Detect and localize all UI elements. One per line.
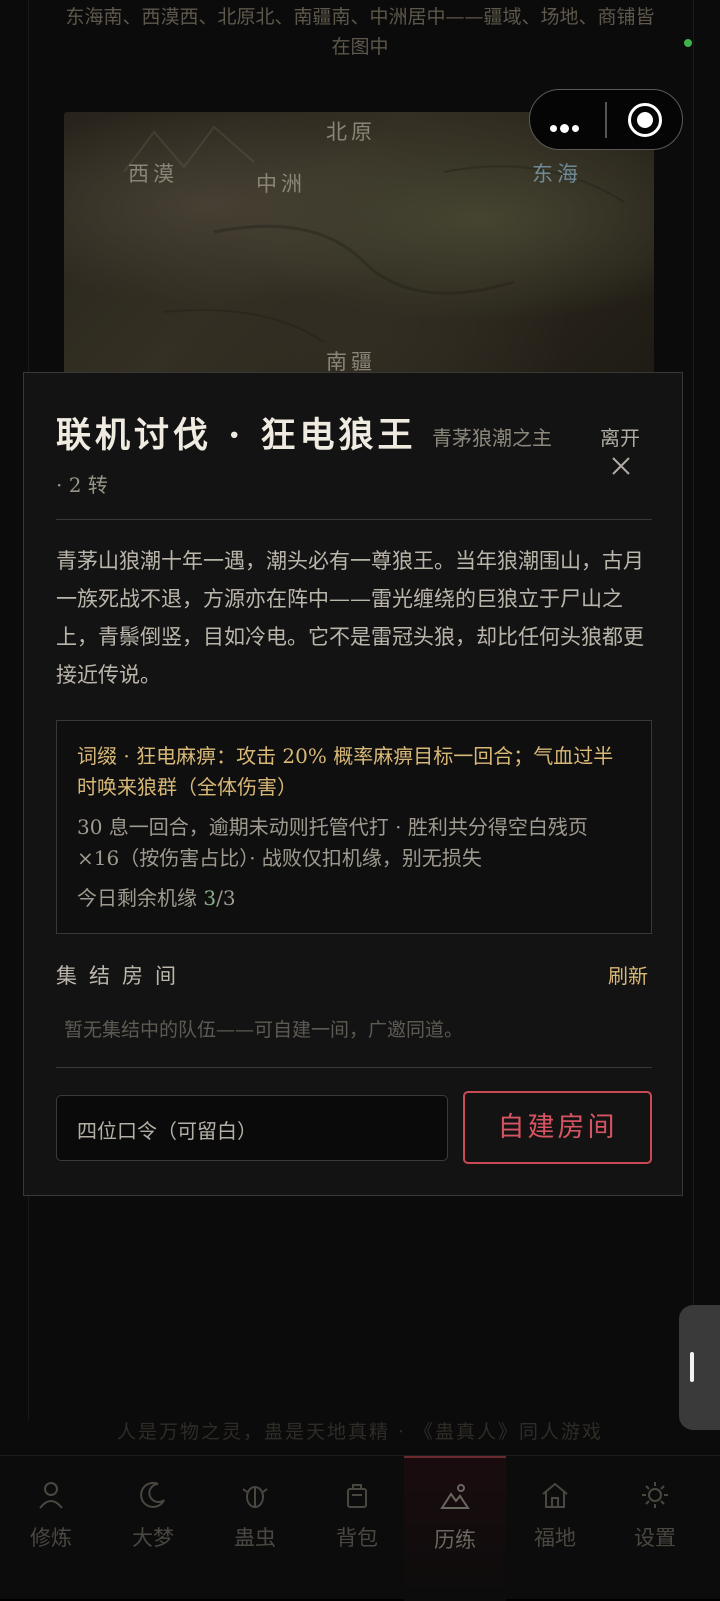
close-miniprogram-icon[interactable]	[628, 103, 662, 137]
close-icon[interactable]	[610, 455, 632, 477]
modal-turn-level: · 2 转	[56, 473, 108, 497]
chances-total: /3	[216, 886, 236, 910]
mountain-icon	[440, 1484, 470, 1509]
more-icon[interactable]	[550, 118, 582, 137]
modal-title: 联机讨伐 · 狂电狼王	[56, 415, 417, 456]
world-map: 北原 西漠 中洲 东海 南疆	[64, 112, 654, 380]
tab-label: 蛊虫	[234, 1526, 276, 1550]
tab-label: 背包	[336, 1526, 378, 1550]
tab-adventure[interactable]: 历练	[404, 1456, 506, 1601]
tab-label: 设置	[634, 1526, 676, 1550]
sun-gear-icon	[642, 1482, 668, 1508]
chances-value: 3	[203, 886, 217, 910]
map-label-north: 北原	[326, 120, 376, 144]
rooms-divider	[56, 1067, 652, 1068]
tab-blessed-land[interactable]: 福地	[504, 1456, 606, 1599]
remaining-chances: 今日剩余机缘 3/3	[77, 882, 236, 911]
home-icon	[542, 1482, 568, 1508]
header-divider	[56, 519, 652, 520]
map-intro-text: 东海南、西漠西、北原北、南疆南、中洲居中——疆域、场地、商铺皆在图中	[65, 6, 655, 58]
person-icon	[39, 1482, 63, 1509]
boss-info-box: 词缀 · 狂电麻痹：攻击 20% 概率麻痹目标一回合；气血过半时唤来狼群（全体伤…	[56, 720, 652, 934]
tab-label: 福地	[534, 1526, 576, 1550]
boss-description: 青茅山狼潮十年一遇，潮头必有一尊狼王。当年狼潮围山，古月一族死战不退，方源亦在阵…	[56, 549, 644, 687]
map-label-west: 西漠	[128, 162, 178, 186]
tab-settings[interactable]: 设置	[604, 1456, 706, 1599]
footer-slogan: 人是万物之灵，蛊是天地真精 · 《蛊真人》同人游戏	[116, 1421, 604, 1443]
modal-subtitle: 青茅狼潮之主	[432, 426, 552, 450]
leave-button[interactable]: 离开	[600, 422, 640, 451]
boss-affix: 词缀 · 狂电麻痹：攻击 20% 概率麻痹目标一回合；气血过半时唤来狼群（全体伤…	[77, 744, 614, 799]
tab-label: 修炼	[30, 1526, 72, 1550]
tab-dream[interactable]: 大梦	[102, 1456, 204, 1599]
raid-modal: 联机讨伐 · 狂电狼王 青茅狼潮之主 · 2 转 离开 青茅山狼潮十年一遇，潮头…	[23, 372, 683, 1196]
tab-backpack[interactable]: 背包	[306, 1456, 408, 1599]
battle-rules: 30 息一回合，逾期未动则托管代打 · 胜利共分得空白残页 ×16（按伤害占比）…	[77, 815, 588, 870]
miniprogram-capsule	[529, 89, 683, 150]
bug-icon	[242, 1486, 268, 1508]
rooms-section-label: 集结房间	[56, 964, 188, 988]
chances-label: 今日剩余机缘	[77, 886, 197, 910]
password-placeholder: 四位口令（可留白）	[77, 1119, 257, 1143]
map-dim-overlay	[64, 112, 654, 380]
password-input[interactable]: 四位口令（可留白）	[56, 1095, 448, 1161]
recording-indicator	[684, 39, 692, 47]
side-drawer-handle[interactable]	[679, 1305, 720, 1430]
bottom-tab-bar: 修炼 大梦 蛊虫 背包 历练 福地 设置	[0, 1455, 720, 1601]
map-label-east: 东海	[532, 162, 582, 186]
leave-label: 离开	[600, 426, 640, 450]
empty-rooms-text: 暂无集结中的队伍——可自建一间，广邀同道。	[64, 1019, 464, 1041]
bag-icon	[347, 1484, 367, 1508]
tab-gu-insects[interactable]: 蛊虫	[204, 1456, 306, 1599]
map-label-central: 中洲	[256, 172, 306, 196]
moon-icon	[140, 1481, 165, 1508]
tab-cultivate[interactable]: 修炼	[0, 1456, 102, 1599]
refresh-button[interactable]: 刷新	[608, 960, 648, 989]
create-room-button[interactable]: 自建房间	[463, 1091, 652, 1164]
capsule-divider	[605, 102, 607, 138]
tab-label: 历练	[434, 1528, 476, 1552]
tab-label: 大梦	[132, 1526, 174, 1550]
